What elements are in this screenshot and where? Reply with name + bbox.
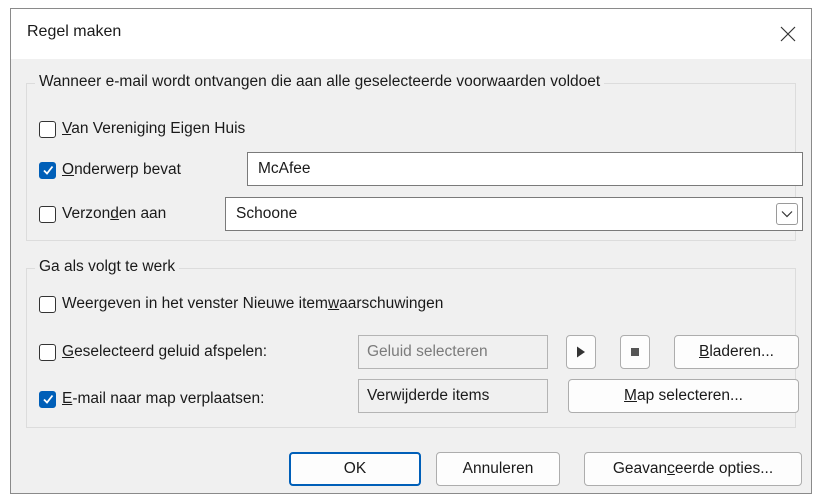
stop-icon	[631, 348, 639, 356]
cancel-button[interactable]: Annuleren	[436, 452, 560, 486]
stop-button[interactable]	[620, 335, 650, 369]
subject-input[interactable]: McAfee	[247, 152, 803, 186]
from-label: Van Vereniging Eigen Huis	[62, 120, 246, 137]
sent-to-combobox[interactable]: Schoone	[225, 197, 803, 231]
ok-button-label: OK	[343, 460, 367, 477]
move-folder-field: Verwijderde items	[358, 379, 548, 413]
action-sound-row[interactable]: Geselecteerd geluid afspelen:	[39, 340, 267, 364]
cancel-button-label: Annuleren	[462, 460, 534, 477]
browse-button[interactable]: Bladeren...	[674, 335, 799, 369]
from-checkbox[interactable]	[39, 120, 56, 138]
sound-field-value: Geluid selecteren	[367, 343, 488, 360]
sent-to-checkbox[interactable]	[39, 205, 56, 223]
subject-checkbox[interactable]	[39, 161, 56, 179]
condition-subject-row[interactable]: Onderwerp bevat	[39, 158, 181, 182]
sent-to-dropdown-button[interactable]	[776, 203, 798, 225]
subject-label: Onderwerp bevat	[62, 161, 181, 178]
sound-checkbox[interactable]	[39, 343, 56, 361]
condition-sent-to-row[interactable]: Verzonden aan	[39, 202, 166, 226]
advanced-options-button[interactable]: Geavanceerde opties...	[584, 452, 802, 486]
play-icon	[577, 346, 585, 358]
sent-to-label: Verzonden aan	[62, 205, 167, 222]
ok-button[interactable]: OK	[289, 452, 421, 486]
advanced-options-button-label: Geavanceerde opties...	[612, 460, 774, 477]
close-icon	[780, 26, 796, 42]
conditions-legend: Wanneer e-mail wordt ontvangen die aan a…	[35, 73, 605, 91]
rule-dialog: Regel maken Wanneer e-mail wordt ontvang…	[10, 8, 812, 494]
checkmark-icon	[42, 394, 53, 404]
actions-legend: Ga als volgt te werk	[35, 258, 180, 276]
title-bar: Regel maken	[11, 9, 811, 59]
sent-to-value: Schoone	[236, 205, 298, 222]
dialog-title: Regel maken	[27, 23, 122, 40]
sound-field: Geluid selecteren	[358, 335, 548, 369]
condition-from-row[interactable]: Van Vereniging Eigen Huis	[39, 117, 245, 141]
play-button[interactable]	[566, 335, 596, 369]
subject-input-value: McAfee	[258, 160, 311, 177]
browse-button-label: Bladeren...	[699, 343, 774, 360]
sound-label: Geselecteerd geluid afspelen:	[62, 343, 268, 360]
action-alert-row[interactable]: Weergeven in het venster Nieuwe itemwaar…	[39, 292, 443, 316]
move-label: E-mail naar map verplaatsen:	[62, 390, 265, 407]
move-folder-value: Verwijderde items	[367, 387, 490, 404]
chevron-down-icon	[781, 211, 793, 218]
move-checkbox[interactable]	[39, 390, 56, 408]
checkmark-icon	[42, 165, 53, 175]
action-move-row[interactable]: E-mail naar map verplaatsen:	[39, 387, 264, 411]
close-button[interactable]	[765, 9, 811, 59]
select-folder-button[interactable]: Map selecteren...	[568, 379, 799, 413]
alert-checkbox[interactable]	[39, 295, 56, 313]
select-folder-button-label: Map selecteren...	[624, 387, 743, 404]
alert-label: Weergeven in het venster Nieuwe itemwaar…	[62, 295, 444, 312]
